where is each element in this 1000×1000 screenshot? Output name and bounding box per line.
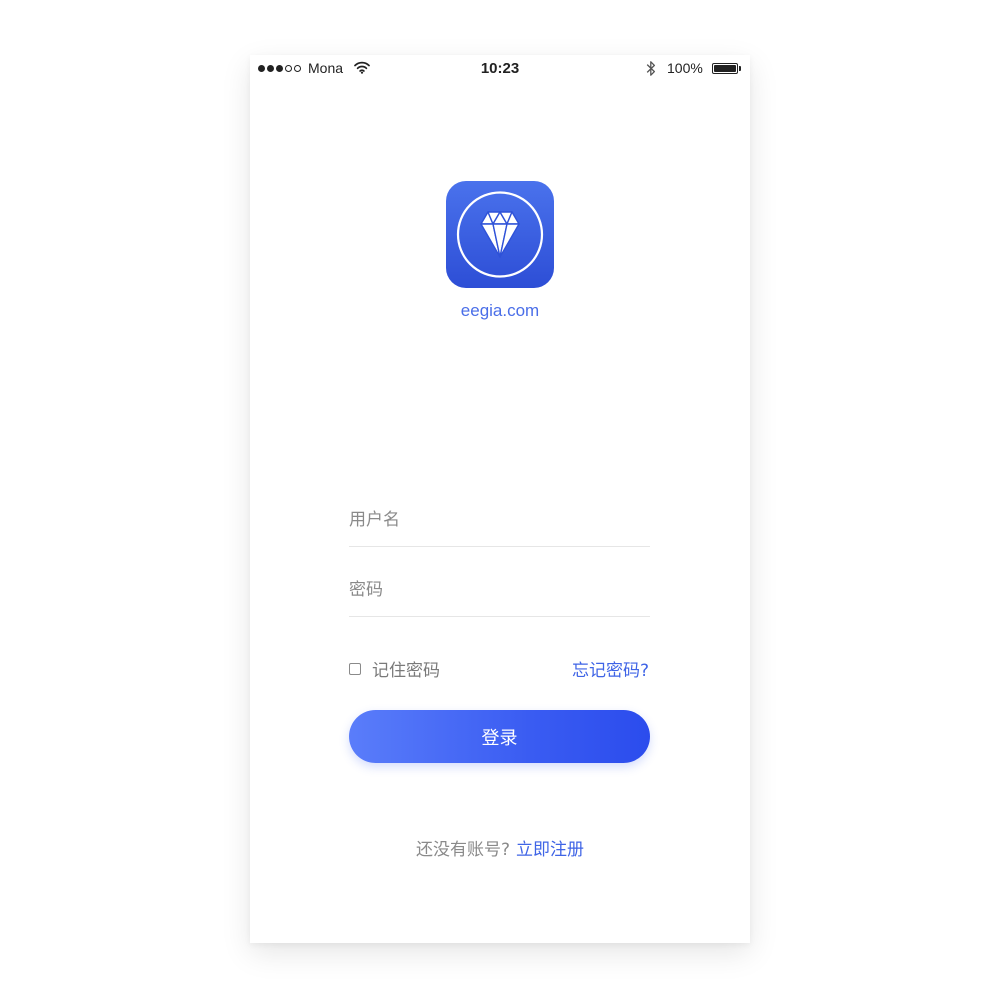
username-field-container (349, 502, 650, 547)
diamond-icon (456, 191, 544, 278)
battery-tip (739, 66, 741, 71)
remember-password-label: 记住密码 (372, 661, 440, 681)
remember-password-checkbox[interactable] (349, 662, 361, 675)
battery-icon (712, 63, 738, 74)
status-bar: Mona 10:23 100% (250, 55, 750, 85)
bluetooth-icon (646, 60, 656, 81)
forgot-password-link[interactable]: 忘记密码? (572, 656, 649, 681)
signup-link[interactable]: 立即注册 (516, 840, 584, 860)
password-field-container (349, 572, 650, 617)
app-logo (446, 181, 554, 288)
password-input[interactable] (349, 572, 650, 608)
signup-row: 还没有账号? 立即注册 (250, 835, 750, 860)
battery-percent: 100% (667, 60, 703, 76)
username-input[interactable] (349, 502, 650, 538)
remember-password-toggle[interactable]: 记住密码 (349, 656, 440, 681)
site-name[interactable]: eegia.com (250, 301, 750, 321)
login-button[interactable]: 登录 (349, 710, 650, 763)
battery-level-fill (714, 65, 736, 72)
phone-screen: Mona 10:23 100% eegia.com 用户名 记住密码 忘记密码?… (250, 55, 750, 943)
signup-prompt: 还没有账号? (415, 840, 511, 860)
